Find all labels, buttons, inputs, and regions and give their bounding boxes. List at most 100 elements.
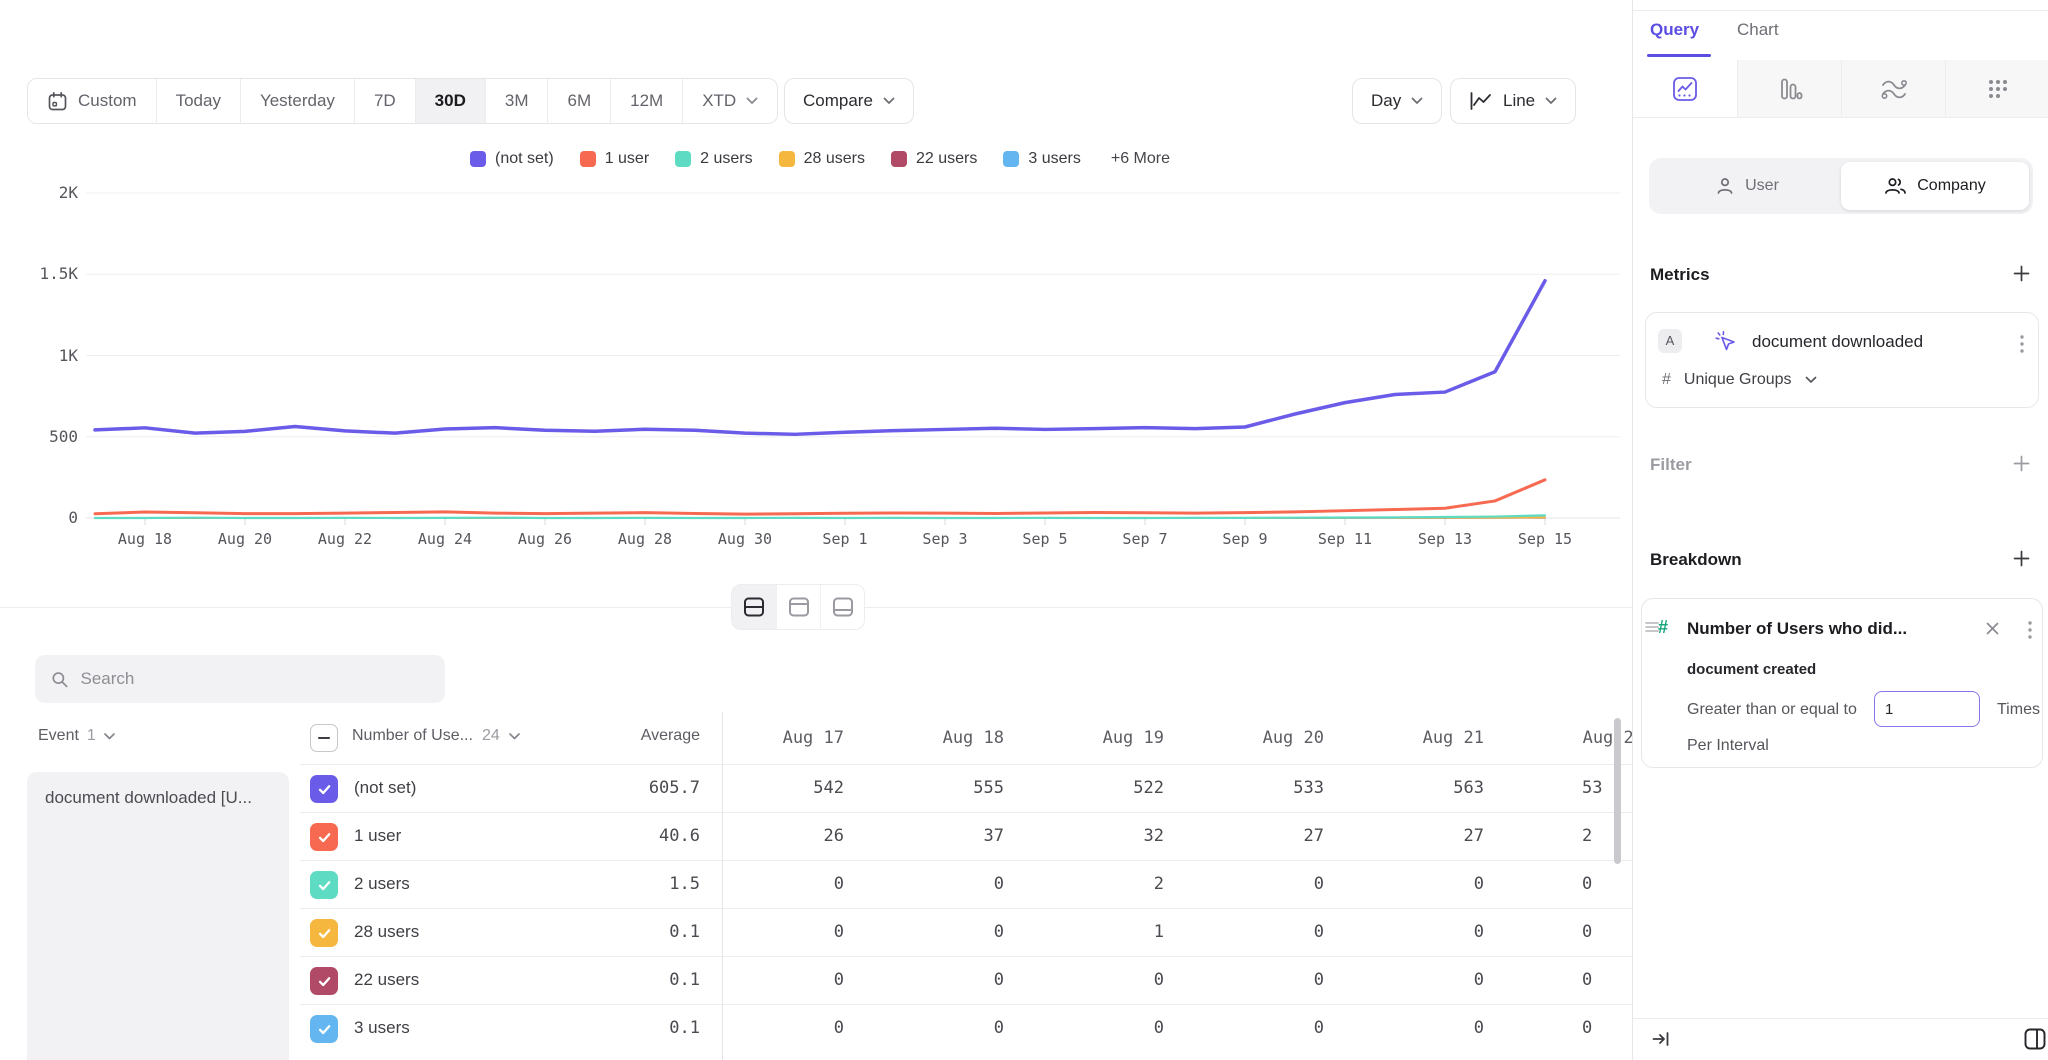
- x-tick-label: Aug 30: [700, 530, 790, 548]
- event-name-cell[interactable]: document downloaded [U...: [27, 772, 289, 1060]
- collapse-panel-button[interactable]: [1651, 1029, 1671, 1049]
- layout-split-button[interactable]: [732, 585, 776, 629]
- row-checkbox[interactable]: [310, 1015, 338, 1043]
- x-tick-label: Sep 3: [900, 530, 990, 548]
- chart-type-line[interactable]: [1633, 60, 1737, 117]
- legend-item[interactable]: (not set): [470, 150, 554, 168]
- chevron-down-icon: [883, 97, 895, 105]
- metric-measure-label: Unique Groups: [1684, 371, 1792, 389]
- metric-measure-dropdown[interactable]: # Unique Groups: [1662, 371, 1817, 389]
- layout-chart-top-button[interactable]: [776, 585, 820, 629]
- tab-query[interactable]: Query: [1650, 20, 1699, 40]
- compare-button[interactable]: Compare: [784, 78, 914, 124]
- breakdown-per-interval-label[interactable]: Per Interval: [1687, 737, 1769, 755]
- range-custom[interactable]: Custom: [28, 79, 156, 123]
- series-line[interactable]: [95, 480, 1545, 514]
- row-checkbox[interactable]: [310, 919, 338, 947]
- date-column-headers: Aug 17Aug 18Aug 19Aug 20Aug 21Aug 22: [710, 715, 1632, 761]
- value-cell: 0: [1030, 1018, 1190, 1038]
- legend-item[interactable]: 22 users: [891, 150, 977, 168]
- table-row: 3 users0.1000000: [300, 1004, 1632, 1052]
- add-filter-button[interactable]: [2010, 452, 2032, 474]
- metric-menu-button[interactable]: [2016, 331, 2028, 357]
- row-checkbox[interactable]: [310, 967, 338, 995]
- scope-user[interactable]: User: [1653, 162, 1841, 210]
- tab-chart[interactable]: Chart: [1737, 20, 1779, 40]
- remove-breakdown-button[interactable]: [1983, 619, 2002, 638]
- table-scrollbar[interactable]: [1614, 718, 1621, 864]
- legend-swatch: [580, 151, 596, 167]
- chart-type-flow[interactable]: [1841, 60, 1945, 117]
- legend-item[interactable]: 2 users: [675, 150, 752, 168]
- table-row: (not set)605.754255552253356353: [300, 764, 1632, 812]
- interval-dropdown[interactable]: Day: [1352, 78, 1442, 124]
- layout-chart-top-icon: [787, 597, 811, 617]
- x-tick-label: Sep 11: [1300, 530, 1390, 548]
- value-cell: 533: [1190, 778, 1350, 798]
- row-checkbox[interactable]: [310, 871, 338, 899]
- line-chart-icon: [1469, 92, 1493, 110]
- value-cell: 0: [870, 970, 1030, 990]
- legend-item[interactable]: 3 users: [1003, 150, 1080, 168]
- chart-type-bar[interactable]: [1737, 60, 1841, 117]
- breakdown-event-name[interactable]: document created: [1687, 661, 1816, 678]
- date-column-header: Aug 17: [710, 715, 870, 761]
- breakdown-title[interactable]: Number of Users who did...: [1687, 619, 1907, 639]
- add-breakdown-button[interactable]: [2010, 547, 2032, 569]
- close-icon: [1985, 621, 2000, 636]
- metric-event-name[interactable]: document downloaded: [1752, 332, 1923, 352]
- add-metric-button[interactable]: [2010, 262, 2032, 284]
- chart-type-grid[interactable]: [1945, 60, 2048, 117]
- layout-table-bottom-button[interactable]: [820, 585, 864, 629]
- panel-top-divider: [1633, 10, 2048, 11]
- check-icon: [316, 973, 333, 990]
- analysis-pane: Custom Today Yesterday7D30D3M6M12MXTD Comp…: [0, 0, 1632, 1060]
- row-average: 1.5: [540, 874, 700, 894]
- range-today[interactable]: Today: [156, 79, 240, 123]
- range-12m[interactable]: 12M: [610, 79, 682, 123]
- select-all-checkbox[interactable]: [310, 724, 338, 752]
- legend-label: 22 users: [916, 150, 977, 168]
- breakdown-value-input[interactable]: [1874, 691, 1980, 727]
- legend-swatch: [1003, 151, 1019, 167]
- date-column-header: Aug 19: [1030, 715, 1190, 761]
- range-label: Custom: [78, 91, 137, 111]
- legend-swatch: [779, 151, 795, 167]
- breakdown-condition-label[interactable]: Greater than or equal to: [1687, 701, 1857, 719]
- range-30d[interactable]: 30D: [415, 79, 485, 123]
- event-column-header[interactable]: Event 1: [38, 727, 115, 745]
- search-input[interactable]: [81, 669, 429, 689]
- chart-style-dropdown[interactable]: Line: [1450, 78, 1576, 124]
- row-checkbox[interactable]: [310, 775, 338, 803]
- range-label: Today: [176, 91, 221, 111]
- legend-item[interactable]: 28 users: [779, 150, 865, 168]
- row-average: 0.1: [540, 922, 700, 942]
- group-column-header[interactable]: Number of Use... 24: [352, 727, 520, 745]
- row-checkbox[interactable]: [310, 823, 338, 851]
- metric-card[interactable]: A document downloaded # Unique Groups: [1645, 312, 2039, 408]
- range-xtd[interactable]: XTD: [682, 79, 777, 123]
- drag-handle-icon[interactable]: [1645, 621, 1659, 633]
- x-tick-label: Sep 5: [1000, 530, 1090, 548]
- range-yesterday[interactable]: Yesterday: [240, 79, 354, 123]
- split-view-button[interactable]: [2023, 1027, 2047, 1051]
- legend-item[interactable]: 1 user: [580, 150, 649, 168]
- range-7d[interactable]: 7D: [354, 79, 415, 123]
- value-cell: 37: [870, 826, 1030, 846]
- range-3m[interactable]: 3M: [485, 79, 548, 123]
- check-icon: [316, 781, 333, 798]
- value-cell: 32: [1030, 826, 1190, 846]
- chart-canvas[interactable]: [0, 132, 1632, 552]
- series-line[interactable]: [95, 515, 1545, 518]
- legend-label: 2 users: [700, 150, 752, 168]
- breakdown-menu-button[interactable]: [2024, 617, 2036, 643]
- row-values: 000000: [710, 970, 1632, 990]
- company-icon: [1884, 176, 1907, 196]
- legend-more[interactable]: +6 More: [1111, 150, 1170, 168]
- scope-company[interactable]: Company: [1841, 162, 2029, 210]
- range-6m[interactable]: 6M: [547, 79, 610, 123]
- event-header-label: Event: [38, 727, 79, 745]
- series-line[interactable]: [95, 281, 1545, 435]
- row-label: 22 users: [354, 970, 419, 990]
- value-cell: 0: [710, 970, 870, 990]
